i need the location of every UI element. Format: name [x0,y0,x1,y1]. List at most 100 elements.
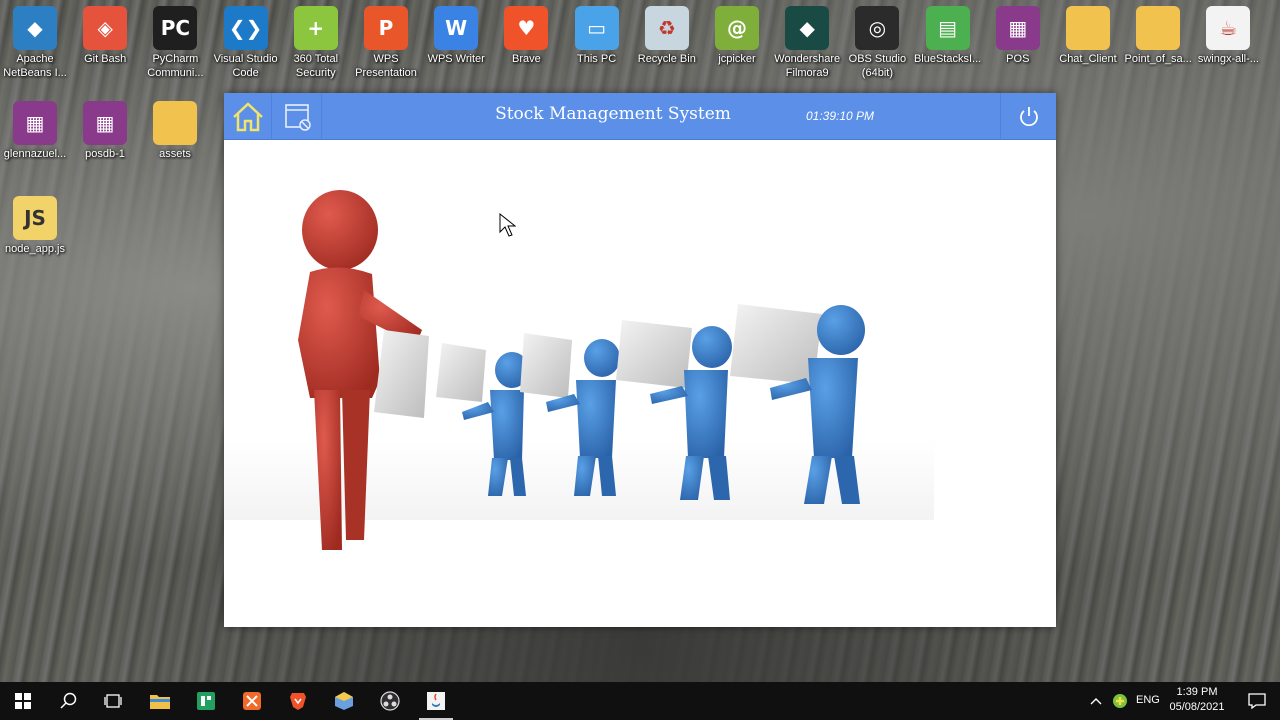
app-title: Stock Management System [495,104,731,124]
desktop-icon[interactable]: JS node_app.js [0,190,70,256]
desktop-icon-label: Git Bash [84,53,127,65]
desktop-icon-label: assets [159,148,191,160]
start-button[interactable] [0,682,46,720]
desktop-icon[interactable]: ☕ swingx-all-... [1193,0,1263,66]
desktop-icon[interactable]: ◆ Apache NetBeans I... [0,0,70,80]
java-icon [427,692,445,710]
desktop-icon-label: OBS Studio (64bit) [848,53,907,79]
system-clock[interactable]: 1:39 PM 05/08/2021 [1160,685,1234,715]
desktop-icon-label: node_app.js [5,243,65,255]
home-icon [232,101,263,131]
desktop-icon[interactable]: ◆ Wondershare Filmora9 [772,0,842,80]
language-indicator[interactable]: ENG [1136,694,1160,706]
desktop-icon[interactable]: ▦ posdb-1 [70,95,140,161]
power-button[interactable] [1000,93,1056,140]
desktop-icon[interactable]: P WPS Presentation [351,0,421,80]
360-security-icon: + [293,6,338,50]
taskbar-java-app[interactable] [413,682,459,720]
taskbar-search[interactable] [46,682,92,720]
desktop-icon[interactable]: Chat_Client [1053,0,1123,66]
file-explorer-icon [150,695,170,709]
taskbar-spreadsheet[interactable] [183,682,229,720]
rar-archive-icon: ▦ [995,6,1040,50]
taskbar-obs[interactable] [367,682,413,720]
obs-icon: ◎ [855,6,900,50]
taskbar-file-explorer[interactable] [137,682,183,720]
filmora-icon: ◆ [785,6,830,50]
window-settings-icon [284,103,311,131]
desktop-icon[interactable]: ▦ glennazuel... [0,95,70,161]
window-settings-button[interactable] [274,93,322,140]
desktop-icon[interactable]: ♥ Brave [491,0,561,66]
desktop-icon[interactable]: assets [140,95,210,161]
start-icon [15,693,31,709]
system-date: 05/08/2021 [1169,701,1225,713]
desktop-icon[interactable]: ▤ BlueStacksI... [913,0,983,66]
pycharm-icon: PC [153,6,198,50]
desktop-icon[interactable]: ♻ Recycle Bin [632,0,702,66]
bluestacks-icon: ▤ [925,6,970,50]
netbeans-icon [243,692,261,710]
notification-icon [1248,693,1266,709]
spreadsheet-icon [197,692,215,710]
notifications-button[interactable] [1234,682,1280,720]
taskbar-brave[interactable] [275,682,321,720]
this-pc-icon: ▭ [574,6,619,50]
desktop-icon-label: This PC [577,53,617,65]
power-icon [1019,106,1038,126]
desktop-icon[interactable]: @ jcpicker [702,0,772,66]
search-icon [60,692,77,709]
java-jar-icon: ☕ [1206,6,1251,50]
tray-expand-button[interactable] [1084,682,1108,720]
desktop-icon-label: Apache NetBeans I... [3,53,67,79]
desktop-icon-label: Visual Studio Code [213,53,278,79]
desktop-icon[interactable]: ◎ OBS Studio (64bit) [842,0,912,80]
netbeans-icon: ◆ [13,6,57,50]
wps-presentation-icon: P [364,6,408,50]
desktop-icon-label: Point_of_sa... [1124,53,1192,65]
desktop-icon-label: Wondershare Filmora9 [774,53,841,79]
stock-delivery-illustration [224,190,934,550]
360-security-icon [1113,694,1127,708]
desktop-icon-label: jcpicker [718,53,756,65]
vscode-icon: ❮❯ [223,6,268,50]
desktop-icon[interactable]: Point_of_sa... [1123,0,1193,66]
desktop-icon[interactable]: ▦ POS [983,0,1053,66]
task-view-button[interactable] [90,682,136,720]
folder-icon [1136,6,1181,50]
desktop-icon[interactable]: ◈ Git Bash [70,0,140,66]
desktop-icon-label: BlueStacksI... [913,53,982,65]
folder-icon [1066,6,1110,50]
desktop-icon-label: swingx-all-... [1197,53,1259,65]
rar-archive-icon: ▦ [13,101,57,145]
desktop-icon[interactable]: +360 Total Security [281,0,351,80]
desktop-icon[interactable]: W WPS Writer [421,0,491,66]
home-button[interactable] [224,93,272,140]
desktop-icon[interactable]: ▭ This PC [562,0,632,66]
desktop-icon[interactable]: PC PyCharm Communi... [140,0,210,80]
desktop-icon-label: glennazuel... [3,148,67,160]
app-clock: 01:39:10 PM [805,109,875,123]
stock-management-window: Stock Management System 01:39:10 PM [224,93,1056,627]
desktop-icon-label: 360 Total Security [293,53,339,79]
desktop-icon-label: Chat_Client [1059,53,1117,65]
brave-icon: ♥ [504,6,549,50]
taskbar-netbeans[interactable] [229,682,275,720]
desktop-icon-label: PyCharm Communi... [147,53,204,79]
desktop-icon-label: Recycle Bin [637,53,696,65]
git-bash-icon: ◈ [83,6,128,50]
desktop-icon-label: WPS Presentation [355,53,417,79]
task-view-icon [104,694,122,708]
desktop-icon[interactable]: ❮❯ Visual Studio Code [211,0,281,80]
desktop-icon-label: Brave [512,53,541,65]
chevron-up-icon [1090,698,1102,705]
taskbar: ENG 1:39 PM 05/08/2021 [0,682,1280,720]
virtualbox-icon [335,692,353,710]
obs-icon [380,691,400,711]
tray-security-button[interactable] [1108,682,1132,720]
taskbar-virtualbox[interactable] [321,682,367,720]
system-time: 1:39 PM [1176,686,1218,698]
wps-writer-icon: W [434,6,479,50]
desktop-icon-label: POS [1006,53,1030,65]
desktop-icon-label: posdb-1 [85,148,125,160]
